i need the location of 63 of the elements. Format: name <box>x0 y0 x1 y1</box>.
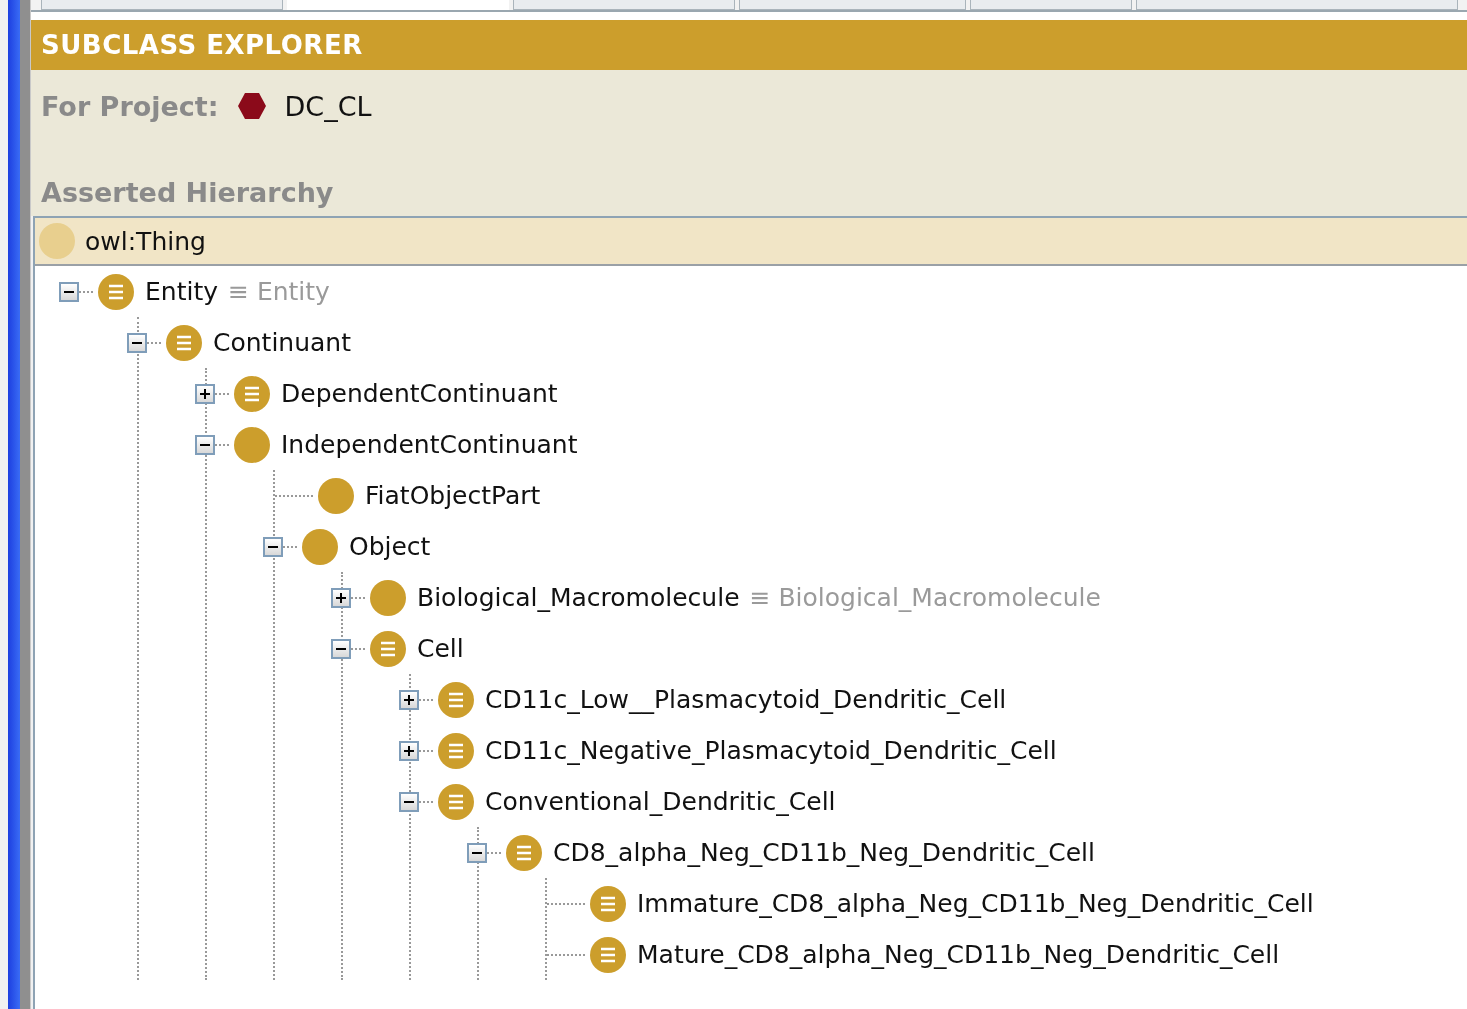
expand-icon[interactable] <box>399 689 419 710</box>
defined-class-icon <box>589 935 627 974</box>
defined-class-icon <box>437 731 475 770</box>
tree-row[interactable]: Biological_Macromolecule ≡ Biological_Macromolecule <box>331 572 1467 623</box>
tree-row[interactable]: Immature_CD8_alpha_Neg_CD11b_Neg_Dendritic_Cell <box>535 878 1467 929</box>
class-name: DependentContinuant <box>281 379 558 408</box>
collapse-icon[interactable] <box>195 434 215 455</box>
collapse-icon[interactable] <box>59 281 79 302</box>
tree-row[interactable]: CD11c_Negative_Plasmacytoid_Dendritic_Cell <box>399 725 1467 776</box>
tree-row[interactable]: Entity ≡ Entity <box>59 266 1467 317</box>
tree-row[interactable]: CD8_alpha_Neg_CD11b_Neg_Dendritic_Cell <box>467 827 1467 878</box>
defined-class-icon <box>437 680 475 719</box>
class-icon <box>301 527 339 566</box>
collapse-icon[interactable] <box>467 842 487 863</box>
root-row[interactable]: owl:Thing <box>35 218 1467 266</box>
defined-class-icon <box>165 323 203 362</box>
tree-row[interactable]: Cell <box>331 623 1467 674</box>
panel-title: SUBCLASS EXPLORER <box>41 30 363 60</box>
tree-row[interactable]: IndependentContinuant <box>195 419 1467 470</box>
tree-row[interactable]: Continuant <box>127 317 1467 368</box>
collapse-icon[interactable] <box>263 536 283 557</box>
defined-class-icon <box>589 884 627 923</box>
defined-class-icon <box>97 272 135 311</box>
class-name: Cell <box>417 634 464 663</box>
tree-row[interactable]: Object <box>263 521 1467 572</box>
class-icon <box>233 425 271 464</box>
tree-row[interactable]: Mature_CD8_alpha_Neg_CD11b_Neg_Dendritic_Cell <box>535 929 1467 980</box>
equivalent-class: ≡ Biological_Macromolecule <box>749 583 1101 612</box>
collapse-icon[interactable] <box>127 332 147 353</box>
project-icon <box>236 91 267 121</box>
class-icon <box>369 578 407 617</box>
class-name: Biological_Macromolecule <box>417 583 740 612</box>
class-name: Continuant <box>213 328 351 357</box>
defined-class-icon <box>437 782 475 821</box>
class-name: CD11c_Negative_Plasmacytoid_Dendritic_Cell <box>485 736 1057 765</box>
thing-icon <box>39 223 75 259</box>
project-label: For Project: <box>41 90 219 122</box>
class-icon <box>317 476 355 515</box>
project-name: DC_CL <box>284 90 372 122</box>
hierarchy-label: Asserted Hierarchy <box>41 177 335 208</box>
class-name: Immature_CD8_alpha_Neg_CD11b_Neg_Dendritic_Cell <box>637 889 1314 918</box>
tree-row[interactable]: CD11c_Low__Plasmacytoid_Dendritic_Cell <box>399 674 1467 725</box>
class-name: Object <box>349 532 431 561</box>
collapse-icon[interactable] <box>399 791 419 812</box>
tree-row[interactable]: Conventional_Dendritic_Cell <box>399 776 1467 827</box>
defined-class-icon <box>505 833 543 872</box>
tree-row[interactable]: FiatObjectPart <box>263 470 1467 521</box>
class-name: Conventional_Dendritic_Cell <box>485 787 836 816</box>
class-name: owl:Thing <box>85 226 206 256</box>
defined-class-icon <box>369 629 407 668</box>
class-name: CD8_alpha_Neg_CD11b_Neg_Dendritic_Cell <box>553 838 1095 867</box>
class-name: FiatObjectPart <box>365 481 541 510</box>
expand-icon[interactable] <box>399 740 419 761</box>
expand-icon[interactable] <box>331 587 351 608</box>
defined-class-icon <box>233 374 271 413</box>
tree-row[interactable]: DependentContinuant <box>195 368 1467 419</box>
class-name: Mature_CD8_alpha_Neg_CD11b_Neg_Dendritic_Cell <box>637 940 1280 969</box>
class-name: Entity <box>145 277 218 306</box>
class-name: IndependentContinuant <box>281 430 578 459</box>
collapse-icon[interactable] <box>331 638 351 659</box>
equivalent-class: ≡ Entity <box>228 277 330 306</box>
class-name: CD11c_Low__Plasmacytoid_Dendritic_Cell <box>485 685 1007 714</box>
expand-icon[interactable] <box>195 383 215 404</box>
